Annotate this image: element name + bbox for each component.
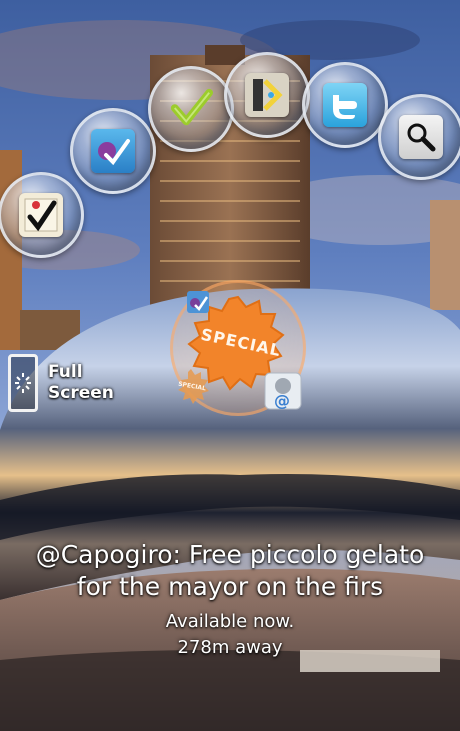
launcher-gowalla-button[interactable] — [224, 52, 310, 138]
fullscreen-label: Full Screen — [48, 362, 114, 404]
foursquare-mini-icon — [187, 291, 209, 313]
launcher-twitter-button[interactable] — [302, 62, 388, 148]
search-icon — [399, 115, 443, 159]
poi-distance: 278m away — [177, 637, 283, 658]
launcher-checklist-button[interactable] — [0, 172, 84, 258]
fullscreen-button[interactable]: Full Screen — [8, 354, 114, 412]
at-mention-icon: @ — [264, 372, 302, 410]
launcher-foursquare-button[interactable] — [70, 108, 156, 194]
special-offer-marker[interactable]: @ SPECIAL SPECIAL — [170, 280, 306, 416]
launcher-search-button[interactable] — [378, 94, 460, 180]
checklist-note-icon — [19, 193, 63, 237]
fullscreen-label-line2: Screen — [48, 383, 114, 403]
fullscreen-label-line1: Full — [48, 362, 83, 382]
launcher-checkin-button[interactable] — [148, 66, 234, 152]
poi-title[interactable]: @Capogiro: Free piccolo gelato for the m… — [0, 539, 460, 603]
poi-availability: Available now. — [165, 611, 295, 632]
arrow-tile-icon — [245, 73, 289, 117]
phone-icon — [8, 354, 38, 412]
twitter-bird-icon — [323, 83, 367, 127]
foursquare-check-icon — [91, 129, 135, 173]
green-check-icon — [169, 87, 213, 131]
svg-text:@: @ — [274, 391, 290, 410]
